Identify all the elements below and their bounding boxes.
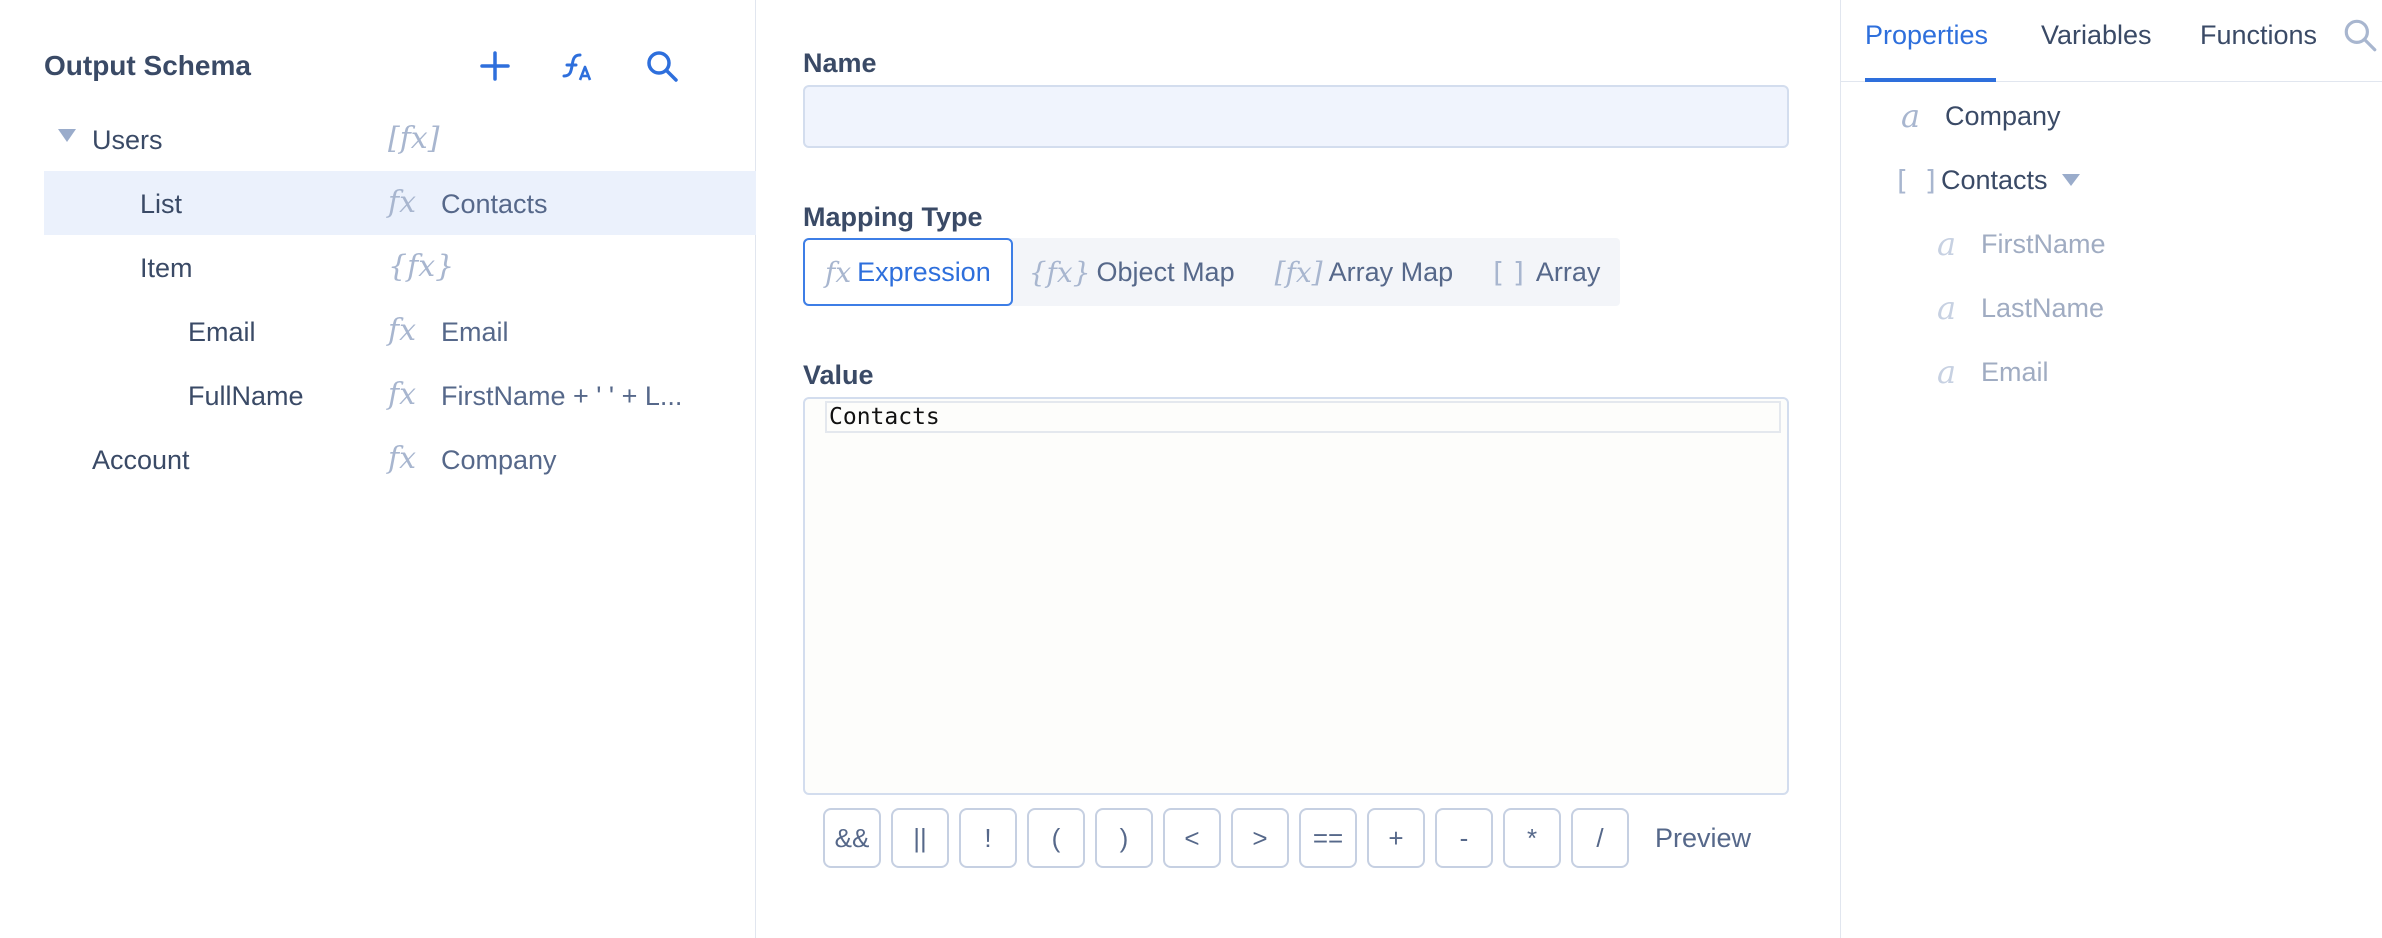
tree-node-value: Company xyxy=(441,445,557,475)
mapping-editor-panel: Name Mapping Type fx Expression {fx} Obj… xyxy=(757,0,1840,938)
add-button[interactable] xyxy=(473,44,517,88)
property-name: FirstName xyxy=(1981,228,2106,259)
object-map-icon: {fx} xyxy=(388,249,455,284)
tree-node-value: Contacts xyxy=(441,189,548,219)
schema-tree: Users [fx] List fx Contacts Item {fx} Em… xyxy=(44,107,756,491)
string-type-icon: a xyxy=(1937,225,1957,263)
property-firstname[interactable]: a FirstName xyxy=(1937,224,2106,264)
array-icon: [ ] xyxy=(1493,255,1524,289)
property-lastname[interactable]: a LastName xyxy=(1937,288,2104,328)
mapping-type-label: Array Map xyxy=(1328,256,1454,287)
tree-node-value: FirstName + ' ' + L... xyxy=(441,381,683,411)
tab-properties[interactable]: Properties xyxy=(1865,20,1988,51)
name-label: Name xyxy=(803,48,877,78)
active-tab-indicator xyxy=(1865,78,1996,82)
value-editor[interactable]: Contacts xyxy=(803,397,1789,795)
mapping-type-array[interactable]: [ ] Array xyxy=(1473,238,1620,306)
property-company[interactable]: a Company xyxy=(1901,96,2061,136)
tree-row-users[interactable]: Users [fx] xyxy=(44,107,756,171)
property-contacts[interactable]: [ ] Contacts xyxy=(1897,160,2080,200)
chevron-down-icon[interactable] xyxy=(2061,174,2080,186)
expression-icon: fx xyxy=(388,377,417,412)
operator-multiply-button[interactable]: * xyxy=(1503,808,1561,868)
expression-icon: fx xyxy=(388,441,417,476)
tab-functions[interactable]: Functions xyxy=(2200,20,2317,51)
collapse-triangle-icon[interactable] xyxy=(58,129,76,142)
property-name: LastName xyxy=(1981,292,2105,323)
mapping-type-array-map[interactable]: [fx] Array Map xyxy=(1255,238,1474,306)
operator-equals-button[interactable]: == xyxy=(1299,808,1357,868)
string-type-icon: a xyxy=(1937,289,1957,327)
array-map-icon: [fx] xyxy=(388,121,440,156)
string-type-icon: a xyxy=(1937,353,1957,391)
mapping-type-object-map[interactable]: {fx} Object Map xyxy=(1013,238,1255,306)
tree-node-name: Account xyxy=(92,445,190,475)
tree-row-item[interactable]: Item {fx} xyxy=(44,235,756,299)
tree-node-value: Email xyxy=(441,317,509,347)
search-icon xyxy=(647,51,678,82)
expression-icon: fx xyxy=(388,313,417,348)
value-editor-line[interactable]: Contacts xyxy=(825,401,1781,433)
mapping-type-label: Expression xyxy=(857,256,991,287)
property-name: Email xyxy=(1981,356,2049,387)
operator-not-button[interactable]: ! xyxy=(959,808,1017,868)
operator-divide-button[interactable]: / xyxy=(1571,808,1629,868)
properties-tabs: Properties Variables Functions xyxy=(1841,0,2382,82)
add-icon xyxy=(480,51,510,81)
tree-row-account[interactable]: Account fx Company xyxy=(44,427,756,491)
operator-close-paren-button[interactable]: ) xyxy=(1095,808,1153,868)
map-function-button[interactable] xyxy=(556,44,600,88)
properties-panel: Properties Variables Functions a Company… xyxy=(1840,0,2382,938)
value-label: Value xyxy=(803,360,874,390)
mapping-type-label: Object Map xyxy=(1096,256,1235,287)
array-type-icon: [ ] xyxy=(1897,163,1940,197)
operator-or-button[interactable]: || xyxy=(891,808,949,868)
operator-minus-button[interactable]: - xyxy=(1435,808,1493,868)
tree-node-name: List xyxy=(140,189,183,219)
operator-toolbar: && || ! ( ) < > == + - * / Preview xyxy=(823,808,1751,868)
tree-node-name: FullName xyxy=(188,381,304,411)
tree-node-name: Email xyxy=(188,317,256,347)
tab-variables[interactable]: Variables xyxy=(2041,20,2152,51)
property-name: Contacts xyxy=(1941,164,2048,195)
mapping-type-label: Mapping Type xyxy=(803,202,983,232)
output-schema-title: Output Schema xyxy=(44,50,251,81)
operator-open-paren-button[interactable]: ( xyxy=(1027,808,1085,868)
mapping-type-selector: fx Expression {fx} Object Map [fx] Array… xyxy=(803,238,1621,306)
property-email[interactable]: a Email xyxy=(1937,352,2049,392)
tree-row-list[interactable]: List fx Contacts xyxy=(44,171,756,235)
operator-greater-than-button[interactable]: > xyxy=(1231,808,1289,868)
operator-plus-button[interactable]: + xyxy=(1367,808,1425,868)
expression-icon: fx xyxy=(825,255,852,289)
search-icon[interactable] xyxy=(2341,16,2379,54)
map-function-icon xyxy=(562,53,592,81)
object-map-icon: {fx} xyxy=(1028,255,1091,289)
operator-less-than-button[interactable]: < xyxy=(1163,808,1221,868)
operator-and-button[interactable]: && xyxy=(823,808,881,868)
preview-button[interactable]: Preview xyxy=(1655,823,1751,854)
mapping-type-label: Array xyxy=(1535,256,1601,287)
mapping-type-expression[interactable]: fx Expression xyxy=(803,238,1013,306)
string-type-icon: a xyxy=(1901,97,1921,135)
array-map-icon: [fx] xyxy=(1274,255,1323,289)
name-input[interactable] xyxy=(803,85,1789,148)
tree-node-name: Item xyxy=(140,253,193,283)
tree-row-email[interactable]: Email fx Email xyxy=(44,299,756,363)
expression-icon: fx xyxy=(388,185,417,220)
tree-node-name: Users xyxy=(92,125,163,155)
property-name: Company xyxy=(1945,100,2061,131)
schema-search-button[interactable] xyxy=(640,44,684,88)
output-schema-panel: Output Schema Users [fx] List fx Contact… xyxy=(0,0,756,938)
tree-row-fullname[interactable]: FullName fx FirstName + ' ' + L... xyxy=(44,363,756,427)
